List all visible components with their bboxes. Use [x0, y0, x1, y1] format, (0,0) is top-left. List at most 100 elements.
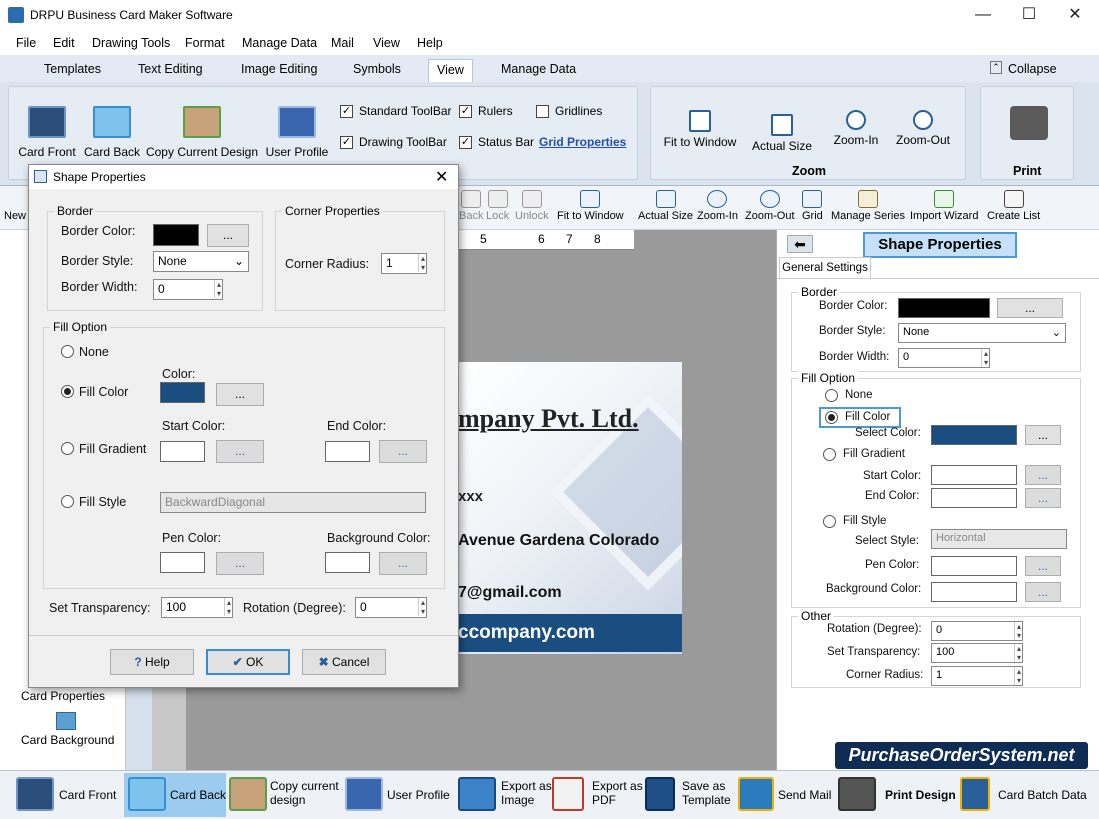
check-status-bar[interactable]: ✓ Status Bar: [459, 135, 534, 150]
card-address[interactable]: Avenue Gardena Colorado: [458, 532, 659, 550]
end-color-swatch[interactable]: [325, 441, 370, 462]
rp-rotation-input[interactable]: 0: [931, 621, 1023, 641]
toolbar-create-list-button[interactable]: Create List: [987, 190, 1040, 222]
rp-end-color-button[interactable]: ...: [1025, 488, 1061, 508]
rp-start-color-swatch[interactable]: [931, 465, 1017, 485]
toolbar-new-button[interactable]: New: [4, 210, 26, 222]
gridlines-checkbox[interactable]: [536, 105, 549, 119]
menu-view[interactable]: View: [373, 36, 400, 50]
pen-color-swatch[interactable]: [160, 552, 205, 573]
pen-color-button[interactable]: ...: [216, 552, 264, 575]
tab-symbols[interactable]: Symbols: [353, 62, 401, 76]
help-button[interactable]: ? Help: [110, 649, 194, 675]
rp-border-width-input[interactable]: 0: [898, 348, 990, 368]
ribbon-copy-design-button[interactable]: Copy Current Design: [144, 106, 260, 159]
bottom-user-profile-icon[interactable]: [345, 777, 383, 811]
transparency-input[interactable]: 100: [161, 597, 233, 618]
corner-radius-input[interactable]: 1: [381, 253, 427, 274]
toolbar-unlock-button[interactable]: Unlock: [515, 190, 549, 222]
cancel-button[interactable]: ✖ Cancel: [302, 649, 386, 675]
bottom-user-profile-button[interactable]: User Profile: [387, 788, 450, 802]
toolbar-import-wizard-button[interactable]: Import Wizard: [910, 190, 978, 222]
border-style-select[interactable]: None ⌄: [153, 251, 249, 272]
grid-properties-link[interactable]: Grid Properties: [539, 135, 626, 149]
collapse-button[interactable]: Collapse: [1008, 62, 1057, 76]
tab-templates[interactable]: Templates: [44, 62, 101, 76]
export-pdf-button[interactable]: Export as PDF: [592, 779, 643, 807]
rp-select-color-swatch[interactable]: [931, 425, 1017, 445]
tab-image-editing[interactable]: Image Editing: [241, 62, 317, 76]
ribbon-zoom-out-button[interactable]: Zoom-Out: [890, 110, 956, 147]
border-color-button[interactable]: ...: [207, 224, 249, 247]
start-color-button[interactable]: ...: [216, 440, 264, 463]
card-properties-item[interactable]: Card Properties: [21, 689, 105, 703]
rp-bg-color-swatch[interactable]: [931, 582, 1017, 602]
border-color-swatch[interactable]: [153, 224, 199, 246]
save-template-icon[interactable]: [645, 777, 675, 811]
close-button[interactable]: ✕: [1052, 0, 1098, 31]
menu-manage-data[interactable]: Manage Data: [242, 36, 317, 50]
tab-manage-data[interactable]: Manage Data: [501, 62, 576, 76]
toolbar-zoom-in-button[interactable]: Zoom-In: [697, 190, 738, 222]
toolbar-zoom-out-button[interactable]: Zoom-Out: [745, 190, 795, 222]
end-color-button[interactable]: ...: [379, 440, 427, 463]
check-drawing-toolbar[interactable]: ✓ Drawing ToolBar: [340, 135, 447, 150]
fill-style-select[interactable]: BackwardDiagonal: [160, 492, 426, 513]
back-arrow-icon[interactable]: ⬅: [787, 235, 813, 253]
fill-style-radio[interactable]: [61, 495, 74, 508]
rp-fill-gradient-radio[interactable]: [823, 448, 836, 461]
menu-help[interactable]: Help: [417, 36, 443, 50]
border-width-input[interactable]: 0: [153, 279, 223, 300]
ribbon-zoom-in-button[interactable]: Zoom-In: [826, 110, 886, 147]
rp-start-color-button[interactable]: ...: [1025, 465, 1061, 485]
status-bar-checkbox[interactable]: ✓: [459, 136, 472, 150]
card-background-item[interactable]: Card Background: [21, 733, 114, 747]
start-color-swatch[interactable]: [160, 441, 205, 462]
fill-color-swatch[interactable]: [160, 382, 205, 403]
fill-gradient-radio[interactable]: [61, 442, 74, 455]
check-gridlines[interactable]: Gridlines: [536, 104, 602, 119]
drawing-toolbar-checkbox[interactable]: ✓: [340, 136, 353, 150]
rp-none-radio[interactable]: [825, 389, 838, 402]
rp-fill-color-radio[interactable]: [825, 411, 838, 424]
bottom-copy-design-icon[interactable]: [229, 777, 267, 811]
menu-format[interactable]: Format: [185, 36, 225, 50]
rp-transparency-input[interactable]: 100: [931, 643, 1023, 663]
bottom-card-front-icon[interactable]: [16, 777, 54, 811]
bottom-card-back-icon[interactable]: [128, 777, 166, 811]
bottom-copy-design-button[interactable]: Copy current design: [270, 779, 339, 807]
rp-border-color-swatch[interactable]: [898, 298, 990, 318]
rp-select-style-dropdown[interactable]: Horizontal: [931, 529, 1067, 549]
menu-drawing-tools[interactable]: Drawing Tools: [92, 36, 170, 50]
rp-border-color-button[interactable]: ...: [997, 298, 1063, 318]
minimize-button[interactable]: —: [960, 0, 1006, 31]
card-website[interactable]: ccompany.com: [458, 622, 595, 644]
check-rulers[interactable]: ✓ Rulers: [459, 104, 513, 119]
fill-color-radio[interactable]: [61, 385, 74, 398]
toolbar-back-button[interactable]: Back: [459, 190, 483, 222]
card-footer-bar[interactable]: ccompany.com: [458, 614, 682, 652]
card-batch-data-icon[interactable]: [960, 777, 990, 811]
rp-select-color-button[interactable]: ...: [1025, 425, 1061, 445]
menu-mail[interactable]: Mail: [331, 36, 354, 50]
ribbon-card-front-button[interactable]: Card Front: [14, 106, 80, 159]
export-image-icon[interactable]: [458, 777, 496, 811]
rp-corner-radius-input[interactable]: 1: [931, 666, 1023, 686]
toolbar-actual-size-button[interactable]: Actual Size: [638, 190, 693, 222]
send-mail-icon[interactable]: [738, 777, 774, 811]
rp-end-color-swatch[interactable]: [931, 488, 1017, 508]
dialog-close-icon[interactable]: ✕: [435, 167, 448, 187]
bottom-card-back-button[interactable]: Card Back: [170, 788, 226, 802]
menu-file[interactable]: File: [16, 36, 36, 50]
card-company[interactable]: mpany Pvt. Ltd.: [458, 404, 639, 434]
business-card[interactable]: mpany Pvt. Ltd. xxx Avenue Gardena Color…: [458, 362, 682, 654]
send-mail-button[interactable]: Send Mail: [778, 788, 831, 802]
bg-color-swatch[interactable]: [325, 552, 370, 573]
maximize-button[interactable]: ☐: [1006, 0, 1052, 31]
bottom-card-front-button[interactable]: Card Front: [59, 788, 116, 802]
rp-fill-style-radio[interactable]: [823, 515, 836, 528]
ribbon-card-back-button[interactable]: Card Back: [82, 106, 142, 159]
toolbar-lock-button[interactable]: Lock: [486, 190, 509, 222]
fill-color-button[interactable]: ...: [216, 383, 264, 406]
ribbon-actual-size-button[interactable]: Actual Size: [748, 114, 816, 153]
